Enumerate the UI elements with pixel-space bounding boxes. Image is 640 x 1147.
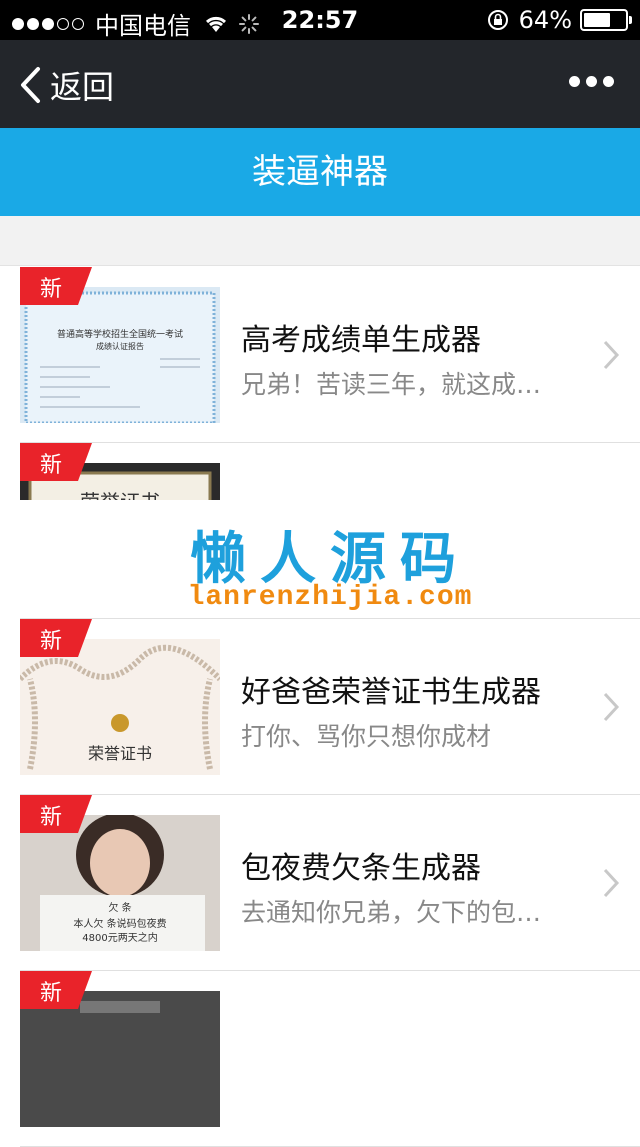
watermark-subtitle: lanrenzhijia.com [187, 582, 473, 613]
more-options-button[interactable] [563, 76, 614, 87]
thumb-caption: 普通高等学校招生全国统一考试 [57, 328, 183, 339]
thumb-caption: 成绩认证报告 [96, 341, 144, 351]
battery-percent: 64% [518, 6, 572, 34]
generator-list: 普通高等学校招生全国统一考试 成绩认证报告 新 高考成绩单生成器 兄弟！苦读三年… [0, 267, 640, 1147]
chevron-right-icon [603, 692, 620, 722]
item-thumbnail: 欠 条 本人欠 条说码包夜费 4800元两天之内 [20, 815, 220, 951]
chevron-right-icon [603, 340, 620, 370]
item-description: 打你、骂你只想你成材 [241, 722, 492, 751]
list-item[interactable]: 荣誉证书 新 好爸爸荣誉证书生成器 打你、骂你只想你成材 [20, 619, 640, 795]
item-description: 兄弟！苦读三年，就这成… [241, 370, 542, 399]
chevron-right-icon [603, 868, 620, 898]
more-dot-icon [569, 76, 580, 87]
list-item[interactable]: 普通高等学校招生全国统一考试 成绩认证报告 新 高考成绩单生成器 兄弟！苦读三年… [20, 267, 640, 443]
thumb-caption: 欠 条 [108, 901, 131, 914]
item-title: 好爸爸荣誉证书生成器 [241, 675, 541, 710]
back-button[interactable]: 返回 [18, 62, 114, 108]
new-badge: 新 [20, 443, 92, 481]
section-spacer [0, 216, 640, 266]
back-label: 返回 [50, 68, 115, 106]
new-badge: 新 [20, 971, 92, 1009]
back-chevron-icon [21, 67, 40, 103]
more-dot-icon [586, 76, 597, 87]
rotation-lock-icon [487, 10, 508, 30]
thumb-caption: 本人欠 条说码包夜费 [73, 917, 166, 930]
list-item[interactable]: 欠 条 本人欠 条说码包夜费 4800元两天之内 新 包夜费欠条生成器 去通知你… [20, 795, 640, 971]
status-bar: 中国电信 22:57 64% [0, 0, 640, 40]
thumb-caption: 荣誉证书 [88, 744, 152, 763]
list-item[interactable]: 新 [20, 971, 640, 1147]
more-dot-icon [603, 76, 614, 87]
item-description: 去通知你兄弟，欠下的包… [241, 898, 542, 927]
battery-icon [580, 9, 632, 31]
item-thumbnail: 荣誉证书 [20, 639, 220, 775]
item-title: 包夜费欠条生成器 [241, 851, 481, 886]
item-thumbnail [20, 991, 220, 1127]
nav-bar: 返回 [0, 40, 640, 128]
status-right: 64% [487, 6, 632, 34]
page-title: 装逼神器 [0, 128, 640, 216]
new-badge: 新 [20, 795, 92, 833]
battery-fill [584, 13, 610, 27]
new-badge: 新 [20, 267, 92, 305]
thumb-caption: 4800元两天之内 [82, 931, 157, 944]
item-title: 高考成绩单生成器 [241, 323, 481, 358]
watermark: 懒人源码 lanrenzhijia.com [20, 500, 640, 618]
new-badge: 新 [20, 619, 92, 657]
item-thumbnail: 普通高等学校招生全国统一考试 成绩认证报告 [20, 287, 220, 423]
